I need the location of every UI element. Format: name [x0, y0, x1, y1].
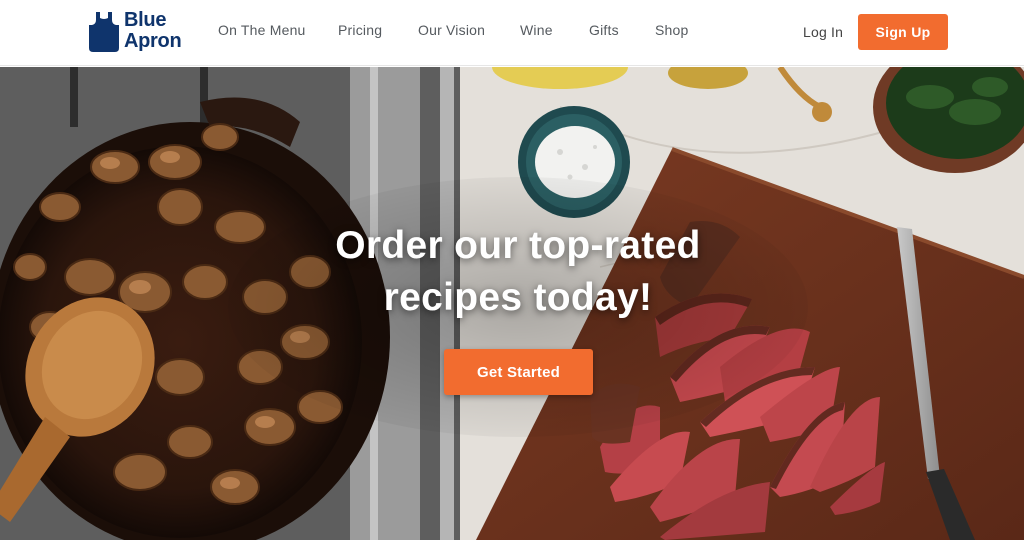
apron-icon: [89, 12, 119, 52]
site-header: Blue Apron On The Menu Pricing Our Visio…: [0, 0, 1024, 66]
brand-logo[interactable]: Blue Apron: [88, 8, 182, 54]
login-link[interactable]: Log In: [803, 24, 843, 40]
hero-headline-line-2: recipes today!: [383, 276, 653, 319]
nav-our-vision[interactable]: Our Vision: [418, 22, 485, 38]
signup-button[interactable]: Sign Up: [858, 14, 948, 50]
brand-wordmark: Blue Apron: [124, 9, 182, 52]
nav-shop[interactable]: Shop: [655, 22, 689, 38]
page-bottom-edge: [0, 540, 1024, 552]
nav-gifts[interactable]: Gifts: [589, 22, 619, 38]
brand-line-1: Blue: [124, 9, 167, 31]
get-started-button[interactable]: Get Started: [444, 349, 593, 395]
brand-line-2: Apron: [124, 30, 182, 52]
nav-wine[interactable]: Wine: [520, 22, 553, 38]
hero-headline: Order our top-rated recipes today!: [262, 220, 774, 324]
nav-on-the-menu[interactable]: On The Menu: [218, 22, 306, 38]
hero-banner: Order our top-rated recipes today! Get S…: [0, 67, 1024, 540]
hero-headline-line-1: Order our top-rated: [335, 224, 701, 267]
nav-pricing[interactable]: Pricing: [338, 22, 382, 38]
